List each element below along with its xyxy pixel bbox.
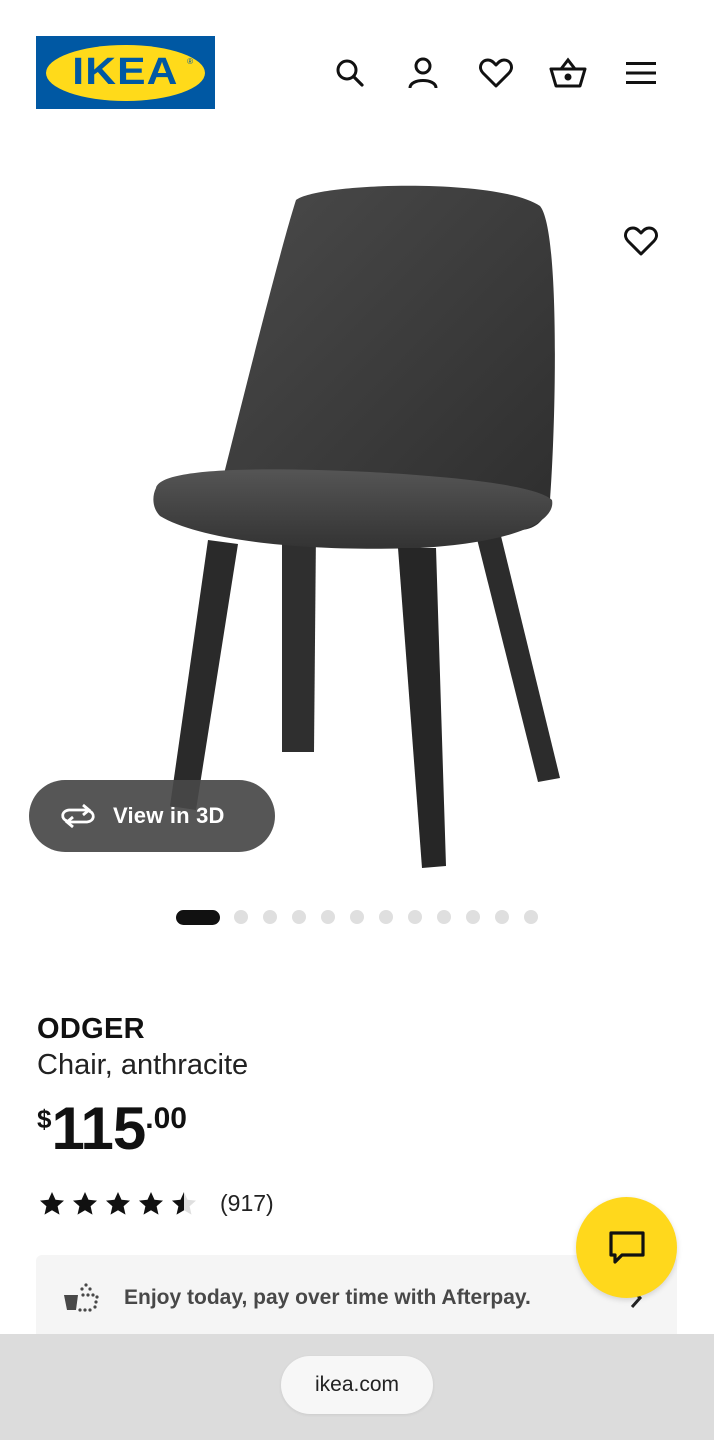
pagination-dot[interactable]	[292, 910, 306, 924]
star-full-icon	[35, 1188, 68, 1218]
view-in-3d-label: View in 3D	[113, 803, 225, 828]
pagination-dot[interactable]	[437, 910, 451, 924]
product-description: Chair, anthracite	[37, 1049, 249, 1081]
afterpay-text: Enjoy today, pay over time with Afterpay…	[124, 1286, 531, 1309]
site-header: IKEA ®	[0, 0, 714, 140]
browser-address-bar: ikea.com	[0, 1334, 714, 1440]
basket-icon[interactable]	[543, 48, 593, 98]
pagination-dot-active[interactable]	[176, 910, 220, 925]
star-half-icon	[167, 1188, 200, 1218]
pagination-dot[interactable]	[408, 910, 422, 924]
gallery-pagination	[0, 909, 714, 925]
logo-registered-mark: ®	[187, 56, 193, 66]
pagination-dot[interactable]	[321, 910, 335, 924]
chat-button[interactable]	[576, 1197, 677, 1298]
afterpay-basket-icon	[64, 1283, 99, 1312]
product-gallery[interactable]: View in 3D	[0, 140, 714, 880]
price-integer: 115	[51, 1095, 146, 1162]
price-currency: $	[37, 1104, 52, 1134]
logo-oval: IKEA ®	[46, 44, 205, 101]
star-full-icon	[134, 1188, 167, 1218]
pagination-dot[interactable]	[263, 910, 277, 924]
view-in-3d-button[interactable]: View in 3D	[29, 780, 275, 852]
logo-text: IKEA	[72, 51, 179, 93]
menu-icon[interactable]	[616, 48, 666, 98]
account-icon[interactable]	[398, 48, 448, 98]
product-name: ODGER	[37, 1013, 145, 1045]
rating-count[interactable]: (917)	[220, 1190, 274, 1217]
pagination-dot[interactable]	[379, 910, 393, 924]
pagination-dot[interactable]	[495, 910, 509, 924]
rotate-3d-icon	[61, 803, 95, 829]
chat-icon	[608, 1230, 645, 1264]
pagination-dot[interactable]	[234, 910, 248, 924]
product-rating[interactable]: (917)	[35, 1188, 274, 1218]
heart-icon[interactable]	[471, 48, 521, 98]
product-price: $ 115 .00	[37, 1098, 187, 1160]
star-full-icon	[68, 1188, 101, 1218]
pagination-dot[interactable]	[524, 910, 538, 924]
star-full-icon	[101, 1188, 134, 1218]
add-to-favourites-button[interactable]	[616, 216, 666, 266]
url-field[interactable]: ikea.com	[281, 1356, 433, 1414]
product-image	[153, 185, 560, 868]
pagination-dot[interactable]	[466, 910, 480, 924]
search-icon[interactable]	[325, 48, 375, 98]
heart-icon	[624, 226, 658, 256]
price-decimal: .00	[145, 1102, 187, 1135]
pagination-dot[interactable]	[350, 910, 364, 924]
ikea-logo[interactable]: IKEA ®	[36, 36, 215, 109]
